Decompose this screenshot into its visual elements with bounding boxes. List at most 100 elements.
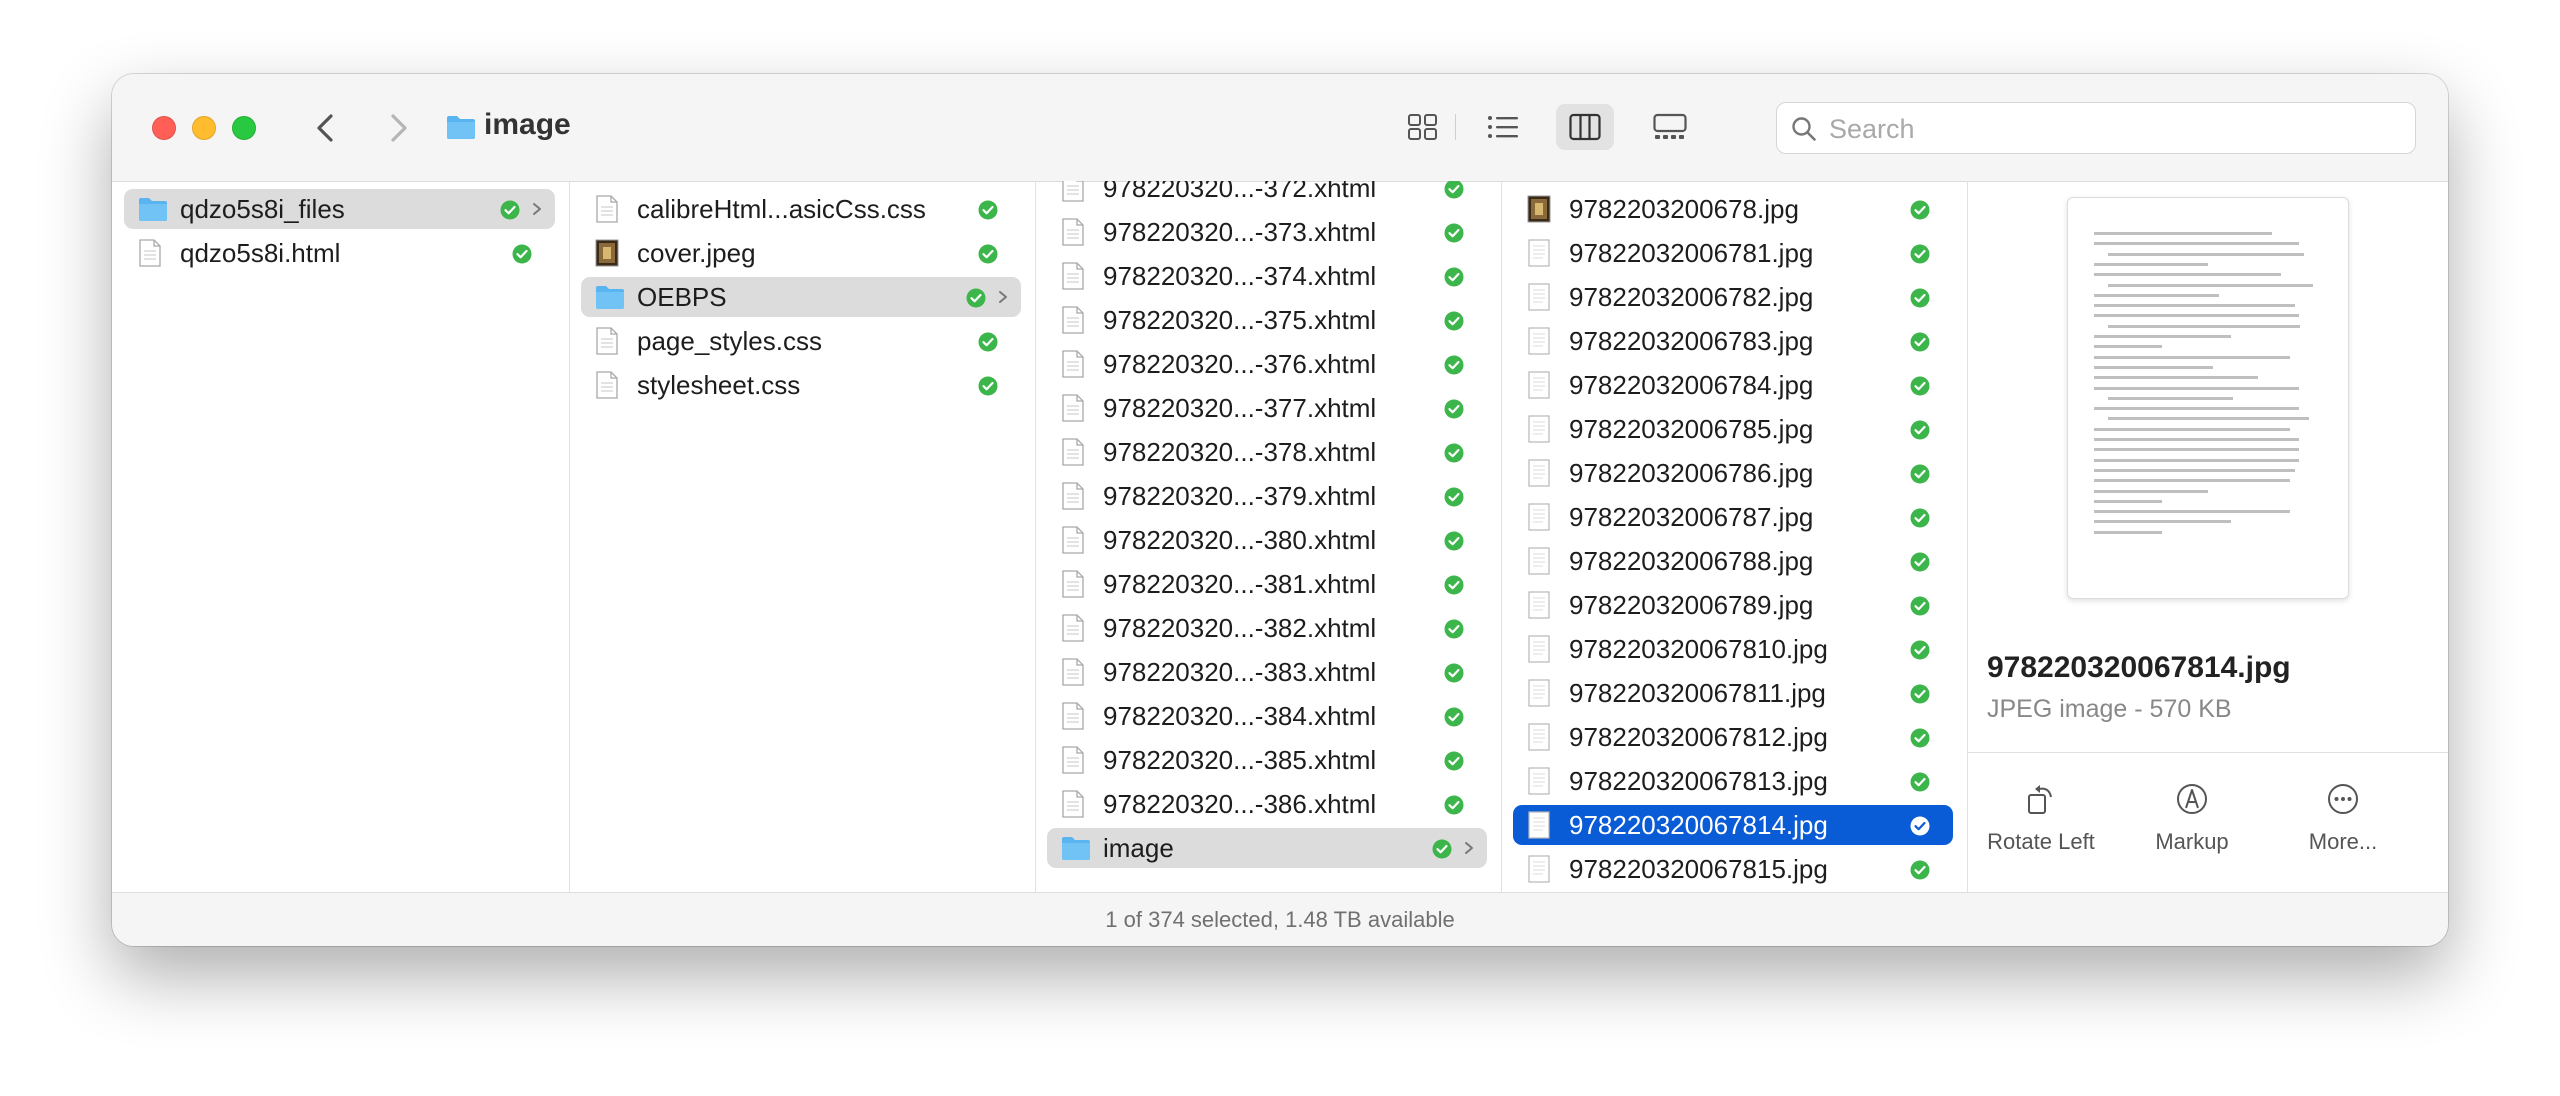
document-icon <box>1061 262 1087 290</box>
file-row[interactable]: 978220320...-382.xhtml <box>1047 608 1487 648</box>
file-row[interactable]: calibreHtml...asicCss.css <box>581 189 1021 229</box>
document-icon <box>138 239 164 267</box>
file-row[interactable]: 97822032006788.jpg <box>1513 541 1953 581</box>
file-row[interactable]: 97822032006789.jpg <box>1513 585 1953 625</box>
document-icon <box>595 327 621 355</box>
file-row[interactable]: 97822032006787.jpg <box>1513 497 1953 537</box>
file-row[interactable]: qdzo5s8i.html <box>124 233 555 273</box>
synced-check-icon <box>1910 552 1930 572</box>
file-row[interactable]: page_styles.css <box>581 321 1021 361</box>
window-title: image <box>484 108 571 141</box>
synced-check-icon <box>1910 376 1930 396</box>
column-view-button[interactable] <box>1556 104 1614 150</box>
file-row[interactable]: 9782203200678.jpg <box>1513 189 1953 229</box>
search-field[interactable] <box>1776 102 2416 154</box>
more-button[interactable]: More... <box>2273 781 2413 855</box>
file-name: 978220320067814.jpg <box>1569 810 1828 840</box>
preview-filename: 978220320067814.jpg <box>1987 651 2291 684</box>
zoom-button[interactable] <box>232 116 256 140</box>
file-row[interactable]: 978220320...-384.xhtml <box>1047 696 1487 736</box>
preview-text-line <box>2108 252 2304 256</box>
file-row[interactable]: 978220320...-372.xhtml <box>1047 181 1487 208</box>
document-icon <box>1061 746 1087 774</box>
folder-icon <box>447 116 475 139</box>
file-row[interactable]: 978220320...-383.xhtml <box>1047 652 1487 692</box>
file-name: 978220320...-372.xhtml <box>1103 181 1377 203</box>
synced-check-icon <box>1910 244 1930 264</box>
file-row[interactable]: 97822032006782.jpg <box>1513 277 1953 317</box>
preview-text-line <box>2094 458 2299 462</box>
file-name: 97822032006786.jpg <box>1569 458 1814 488</box>
list-view-button[interactable] <box>1474 104 1532 150</box>
rotate-left-button[interactable]: Rotate Left <box>1971 781 2111 855</box>
close-button[interactable] <box>152 116 176 140</box>
document-icon <box>1061 790 1087 818</box>
preview-text-line <box>2094 468 2295 472</box>
view-separator <box>1455 114 1456 140</box>
file-row[interactable]: 978220320067815.jpg <box>1513 849 1953 889</box>
synced-check-icon <box>1444 751 1464 771</box>
column-4[interactable]: 9782203200678.jpg 97822032006781.jpg 97822… <box>1501 181 1968 892</box>
file-row[interactable]: 978220320...-376.xhtml <box>1047 344 1487 384</box>
file-row[interactable]: 978220320...-375.xhtml <box>1047 300 1487 340</box>
file-row[interactable]: 978220320...-374.xhtml <box>1047 256 1487 296</box>
file-row[interactable]: 97822032006786.jpg <box>1513 453 1953 493</box>
folder-row[interactable]: OEBPS <box>581 277 1021 317</box>
document-icon <box>1061 614 1087 642</box>
synced-check-icon <box>1444 443 1464 463</box>
file-row[interactable]: 978220320...-385.xhtml <box>1047 740 1487 780</box>
document-icon <box>1061 181 1087 202</box>
synced-check-icon <box>1910 860 1930 880</box>
file-row[interactable]: 97822032006783.jpg <box>1513 321 1953 361</box>
finder-window: image Search qdzo5s8i_files qdzo5s8i.htm… <box>112 74 2448 946</box>
file-row[interactable]: 97822032006781.jpg <box>1513 233 1953 273</box>
folder-row[interactable]: image <box>1047 828 1487 868</box>
file-row[interactable]: 97822032006784.jpg <box>1513 365 1953 405</box>
file-row[interactable]: 978220320067811.jpg <box>1513 673 1953 713</box>
synced-check-icon <box>978 200 998 220</box>
icon-view-button[interactable] <box>1394 104 1452 150</box>
markup-icon <box>2177 784 2207 814</box>
forward-button[interactable] <box>377 108 417 148</box>
preview-thumbnail[interactable] <box>2067 197 2349 599</box>
synced-check-icon <box>1444 795 1464 815</box>
preview-text-line <box>2094 499 2162 503</box>
file-row[interactable]: cover.jpeg <box>581 233 1021 273</box>
document-icon <box>1061 350 1087 378</box>
minimize-button[interactable] <box>192 116 216 140</box>
synced-check-icon <box>512 244 532 264</box>
preview-text-line <box>2094 314 2299 318</box>
synced-check-icon <box>1910 772 1930 792</box>
file-name: 978220320...-381.xhtml <box>1103 569 1377 599</box>
file-row[interactable]: 97822032006785.jpg <box>1513 409 1953 449</box>
markup-button[interactable]: Markup <box>2122 781 2262 855</box>
file-row[interactable]: 978220320...-379.xhtml <box>1047 476 1487 516</box>
file-row[interactable]: 978220320...-373.xhtml <box>1047 212 1487 252</box>
synced-check-icon <box>978 376 998 396</box>
file-row[interactable]: 978220320...-377.xhtml <box>1047 388 1487 428</box>
markup-label: Markup <box>2155 829 2229 854</box>
file-name: page_styles.css <box>637 326 822 356</box>
file-row[interactable]: 978220320067810.jpg <box>1513 629 1953 669</box>
search-input[interactable] <box>1827 111 2401 147</box>
page-thumbnail-icon <box>1527 547 1553 575</box>
gallery-view-button[interactable] <box>1640 104 1698 150</box>
file-row[interactable]: 978220320...-380.xhtml <box>1047 520 1487 560</box>
file-name: 978220320...-377.xhtml <box>1103 393 1377 423</box>
file-name: 978220320067811.jpg <box>1569 678 1826 708</box>
column-3[interactable]: 978220320...-372.xhtml 978220320...-373.x… <box>1035 181 1502 892</box>
column-1[interactable]: qdzo5s8i_files qdzo5s8i.html <box>112 181 570 892</box>
folder-row[interactable]: qdzo5s8i_files <box>124 189 555 229</box>
search-icon <box>1792 117 1816 141</box>
page-thumbnail-icon <box>1527 239 1553 267</box>
file-row[interactable]: 978220320067814.jpg <box>1513 805 1953 845</box>
file-row[interactable]: 978220320067812.jpg <box>1513 717 1953 757</box>
file-row[interactable]: 978220320...-378.xhtml <box>1047 432 1487 472</box>
file-row[interactable]: 978220320067813.jpg <box>1513 761 1953 801</box>
file-row[interactable]: stylesheet.css <box>581 365 1021 405</box>
file-name: 978220320...-375.xhtml <box>1103 305 1377 335</box>
file-row[interactable]: 978220320...-381.xhtml <box>1047 564 1487 604</box>
back-button[interactable] <box>307 108 347 148</box>
file-row[interactable]: 978220320...-386.xhtml <box>1047 784 1487 824</box>
column-2[interactable]: calibreHtml...asicCss.css cover.jpeg OEBPS… <box>569 181 1036 892</box>
